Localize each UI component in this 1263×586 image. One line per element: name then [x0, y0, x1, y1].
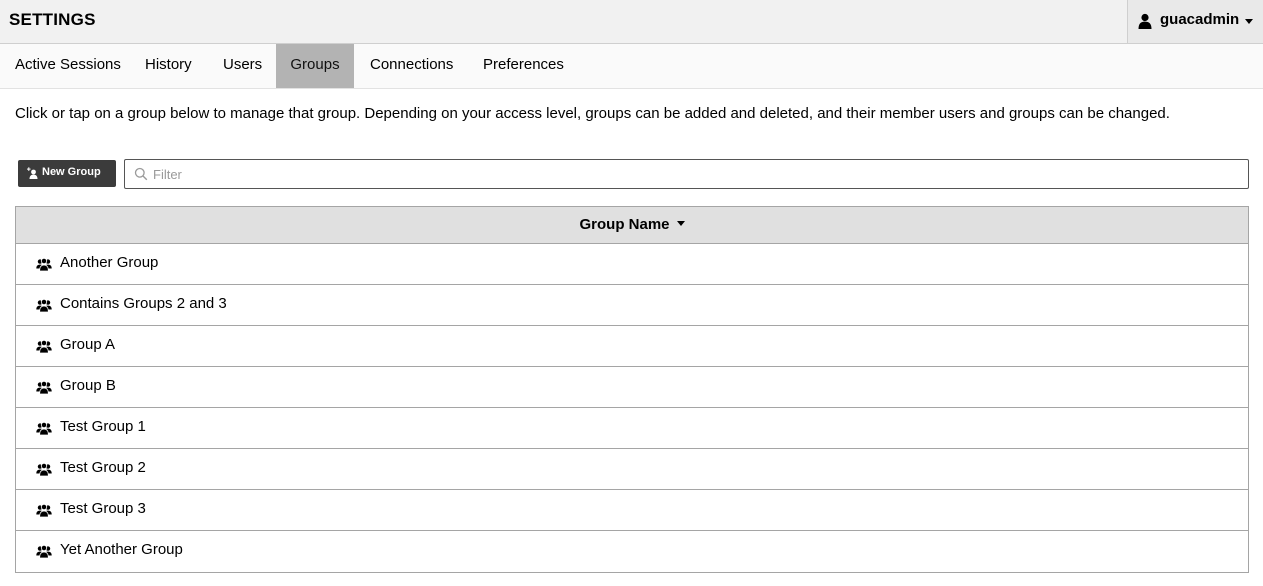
- table-row[interactable]: Contains Groups 2 and 3: [16, 285, 1248, 326]
- table-row[interactable]: Test Group 2: [16, 449, 1248, 490]
- tab-connections[interactable]: Connections: [355, 44, 468, 88]
- groups-table: Group Name Another Group Contains Groups …: [15, 206, 1249, 573]
- table-row[interactable]: Test Group 3: [16, 490, 1248, 531]
- group-icon: [36, 380, 52, 394]
- user-icon: [1138, 13, 1152, 29]
- tab-preferences[interactable]: Preferences: [468, 44, 579, 88]
- group-name: Contains Groups 2 and 3: [60, 295, 227, 312]
- group-name: Another Group: [60, 254, 159, 271]
- group-name: Test Group 3: [60, 500, 146, 517]
- tab-users[interactable]: Users: [208, 44, 277, 88]
- tab-active-sessions[interactable]: Active Sessions: [0, 44, 136, 88]
- search-icon: [134, 167, 148, 181]
- tab-groups[interactable]: Groups: [276, 44, 354, 88]
- group-name: Test Group 1: [60, 418, 146, 435]
- new-group-button[interactable]: New Group: [18, 160, 116, 187]
- filter-field[interactable]: [124, 159, 1249, 189]
- app-header: SETTINGS guacadmin: [0, 0, 1263, 44]
- filter-input[interactable]: [153, 164, 1233, 184]
- table-row[interactable]: Another Group: [16, 244, 1248, 285]
- table-row[interactable]: Group B: [16, 367, 1248, 408]
- settings-tabs: Active Sessions History Users Groups Con…: [0, 44, 1263, 89]
- group-icon: [36, 421, 52, 435]
- tab-history[interactable]: History: [130, 44, 207, 88]
- group-name: Group A: [60, 336, 116, 353]
- group-icon: [36, 298, 52, 312]
- group-icon: [36, 544, 52, 558]
- table-row[interactable]: Yet Another Group: [16, 531, 1248, 572]
- group-name: Yet Another Group: [60, 541, 183, 558]
- column-header-group-name[interactable]: Group Name: [16, 207, 1248, 244]
- group-name: Group B: [60, 377, 116, 394]
- chevron-down-icon: [1245, 19, 1253, 24]
- group-icon: [36, 462, 52, 476]
- username: guacadmin: [1160, 11, 1240, 28]
- group-icon: [36, 257, 52, 271]
- intro-text: Click or tap on a group below to manage …: [15, 105, 1170, 122]
- group-name: Test Group 2: [60, 459, 146, 476]
- column-header-label: Group Name: [579, 216, 670, 233]
- sort-caret-icon: [676, 221, 685, 226]
- table-row[interactable]: Group A: [16, 326, 1248, 367]
- group-icon: [36, 339, 52, 353]
- new-group-label: New Group: [42, 166, 101, 178]
- add-group-icon: [27, 167, 38, 179]
- page-title: SETTINGS: [9, 10, 96, 29]
- table-row[interactable]: Test Group 1: [16, 408, 1248, 449]
- group-icon: [36, 503, 52, 517]
- user-menu[interactable]: guacadmin: [1127, 0, 1263, 43]
